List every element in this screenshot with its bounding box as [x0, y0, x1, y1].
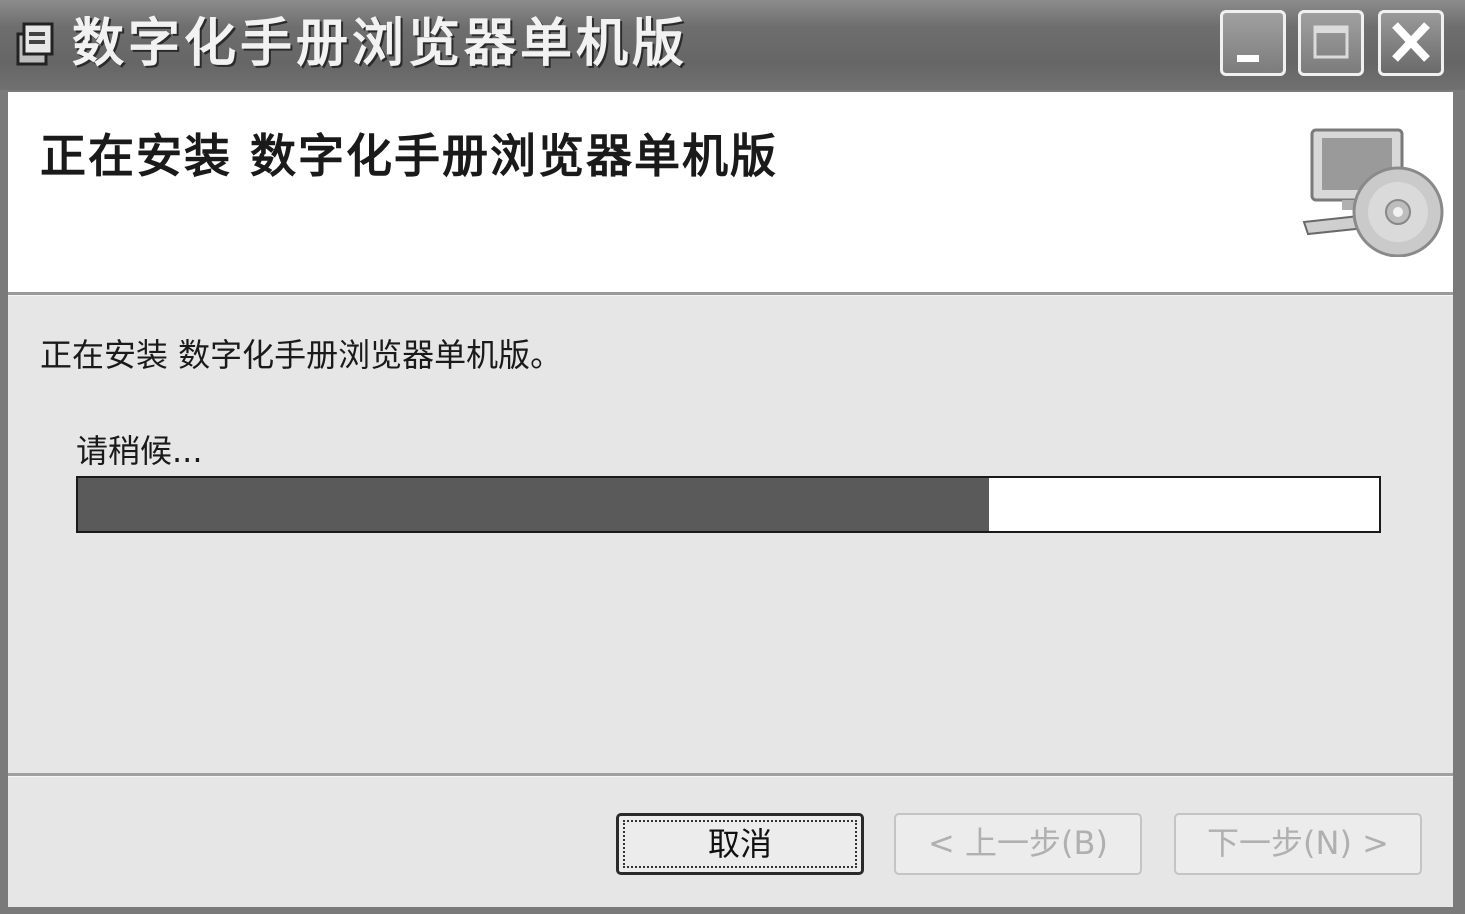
progress-fill: [78, 478, 989, 531]
minimize-icon: [1237, 55, 1259, 62]
maximize-icon: [1313, 25, 1349, 59]
window-title: 数字化手册浏览器单机版: [72, 13, 689, 74]
header-panel: 正在安装 数字化手册浏览器单机版: [8, 92, 1453, 292]
button-bar: 取消 < 上一步(B) 下一步(N) >: [8, 777, 1453, 907]
minimize-button[interactable]: [1220, 10, 1286, 76]
maximize-button[interactable]: [1298, 10, 1364, 76]
next-button[interactable]: 下一步(N) >: [1174, 813, 1422, 875]
cancel-button[interactable]: 取消: [616, 813, 864, 875]
title-bar[interactable]: 数字化手册浏览器单机版: [0, 0, 1465, 90]
content-panel: 正在安装 数字化手册浏览器单机版。 请稍候...: [8, 296, 1453, 773]
wait-label: 请稍候...: [76, 432, 203, 470]
close-icon: [1392, 22, 1430, 62]
computer-cd-icon: [1302, 128, 1444, 257]
installer-icon: [16, 22, 54, 66]
back-button[interactable]: < 上一步(B): [894, 813, 1142, 875]
close-button[interactable]: [1378, 10, 1444, 76]
page-title: 正在安装 数字化手册浏览器单机版: [40, 129, 779, 183]
status-text: 正在安装 数字化手册浏览器单机版。: [40, 336, 563, 374]
installer-window: 数字化手册浏览器单机版 正在安装 数字化手册浏览器单机版 正在安装 数字化手册浏…: [0, 0, 1465, 914]
progress-bar: [76, 476, 1381, 533]
